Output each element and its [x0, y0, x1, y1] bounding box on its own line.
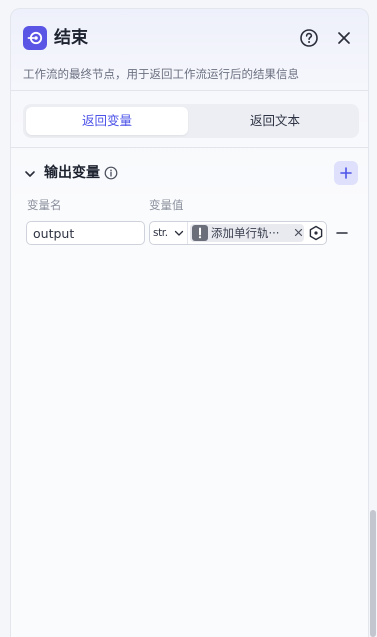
section-title: 输出变量 [44, 165, 100, 181]
panel-title: 结束 [54, 28, 88, 48]
header-divider [11, 90, 368, 91]
variable-type-label: str. [153, 227, 168, 239]
chevron-down-icon[interactable] [23, 166, 37, 180]
scrollbar-thumb[interactable] [370, 510, 376, 637]
close-icon[interactable] [294, 228, 303, 237]
variable-name-input[interactable] [26, 221, 145, 245]
question-circle-icon[interactable] [298, 27, 320, 49]
end-node-panel: 结束 工作流的最终节点，用于返回工作流运行后的结果信息 返回变量 返回文本 输出… [10, 8, 369, 637]
variable-reference-label: 添加单行轨··· [211, 226, 280, 240]
minus-icon[interactable] [334, 225, 350, 241]
variable-type-select[interactable]: str. [150, 222, 188, 244]
add-output-variable-button[interactable] [334, 161, 358, 185]
close-icon[interactable] [333, 27, 355, 49]
column-header-value: 变量值 [149, 198, 184, 212]
tab-return-variables[interactable]: 返回变量 [26, 107, 188, 135]
variable-value-field: str. 添加单行轨··· [149, 221, 327, 245]
column-header-name: 变量名 [27, 198, 62, 212]
info-circle-icon[interactable] [104, 165, 118, 180]
output-variable-row: str. 添加单行轨··· [11, 221, 368, 247]
plus-icon [340, 167, 352, 179]
variable-reference-tag[interactable]: 添加单行轨··· [190, 224, 304, 242]
exclamation-icon [192, 225, 208, 241]
end-node-icon [23, 26, 47, 50]
tabs-divider [11, 147, 368, 148]
output-section-header: 输出变量 [11, 161, 368, 185]
chevron-down-icon [174, 230, 184, 236]
variable-picker-icon[interactable] [308, 225, 324, 241]
node-description: 工作流的最终节点，用于返回工作流运行后的结果信息 [23, 67, 299, 81]
tab-return-text[interactable]: 返回文本 [194, 107, 356, 135]
panel-header: 结束 [11, 9, 368, 67]
output-mode-tabs: 返回变量 返回文本 [23, 104, 359, 138]
